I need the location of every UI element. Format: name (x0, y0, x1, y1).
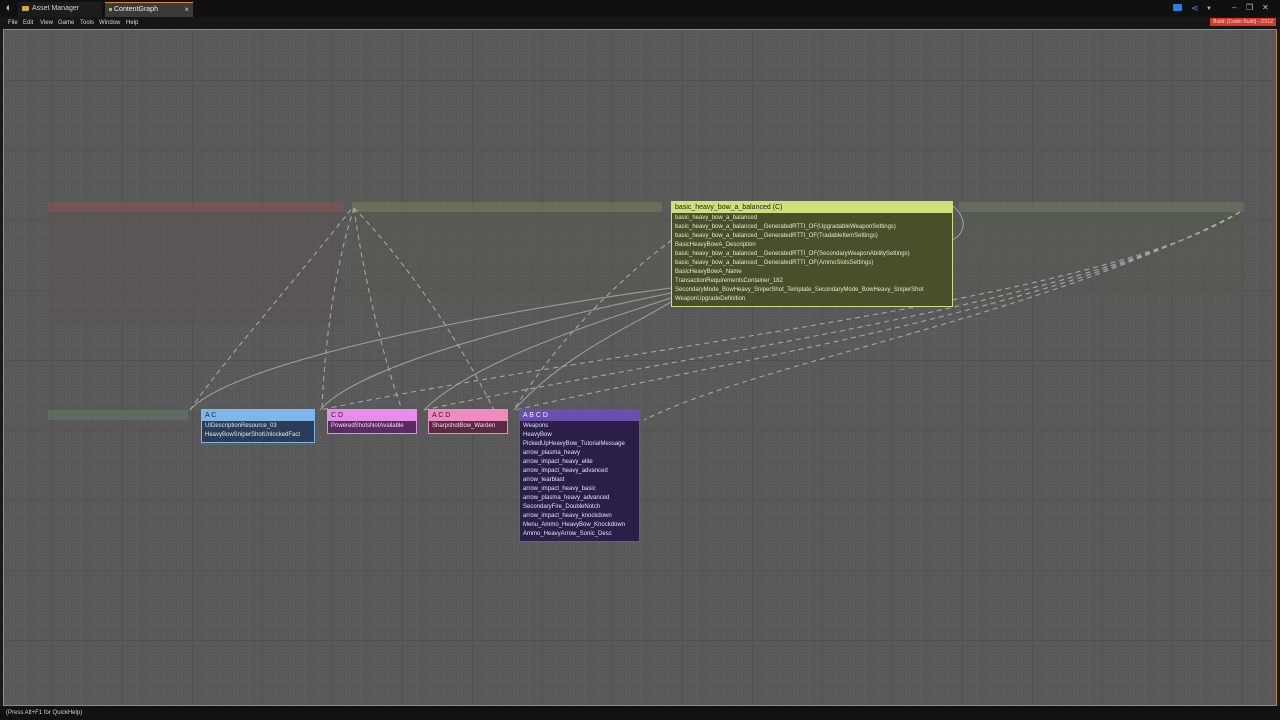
build-badge: Build: [Coder Build] - DX12 (1210, 18, 1276, 26)
node-item[interactable]: SecondaryFire_DoubleNotch (523, 503, 636, 512)
node-item[interactable]: SecondaryMode_BowHeavy_SniperShot_Templa… (675, 286, 949, 295)
node-item[interactable]: arrow_impact_heavy_advanced (523, 467, 636, 476)
menu-help[interactable]: Help (126, 19, 138, 27)
node-item[interactable]: UIDescriptionResource_03 (205, 422, 311, 431)
quickhelp-hint: (Press Alt+F1 for QuickHelp) (6, 710, 83, 716)
app-logo-icon[interactable]: ◐ (3, 2, 15, 14)
node-a-c[interactable]: A C UIDescriptionResource_03 HeavyBowSni… (201, 409, 315, 443)
node-item[interactable]: WeaponUpgradeDefinition (675, 295, 949, 304)
menu-window[interactable]: Window (99, 19, 120, 27)
tab-close-icon[interactable]: × (184, 3, 189, 17)
node-item[interactable]: basic_heavy_bow_a_balanced (675, 214, 949, 223)
node-c-d[interactable]: C D PoweredShotsNotAvailable (327, 409, 417, 434)
node-item[interactable]: arrow_plasma_heavy_advanced (523, 494, 636, 503)
menu-tools[interactable]: Tools (80, 19, 94, 27)
tab-label: ContentGraph (114, 6, 158, 13)
wire (513, 239, 673, 411)
node-body: Weapons HeavyBow PickedUpHeavyBow_Tutori… (520, 421, 639, 541)
node-header[interactable]: basic_heavy_bow_a_balanced (C) (672, 202, 952, 213)
main-node[interactable]: basic_heavy_bow_a_balanced (C) basic_hea… (671, 201, 953, 307)
wire (513, 301, 672, 411)
node-item[interactable]: BasicHeavyBowA_Name (675, 268, 949, 277)
node-item[interactable]: basic_heavy_bow_a_balanced__GeneratedRTT… (675, 259, 949, 268)
connection-wires (189, 205, 1241, 421)
node-item[interactable]: basic_heavy_bow_a_balanced__GeneratedRTT… (675, 223, 949, 232)
node-item[interactable]: arrow_plasma_heavy (523, 449, 636, 458)
node-a-c-d[interactable]: A C D SharpshotBow_Warden (428, 409, 508, 434)
node-header[interactable]: A C (202, 410, 314, 421)
node-item[interactable]: HeavyBow (523, 431, 636, 440)
tab-label: Asset Manager (32, 5, 80, 12)
node-item[interactable]: TransactionRequirementsContainer_182 (675, 277, 949, 286)
node-item[interactable]: basic_heavy_bow_a_balanced__GeneratedRTT… (675, 250, 949, 259)
menu-file[interactable]: File (8, 19, 18, 27)
menu-game[interactable]: Game (58, 19, 74, 27)
node-item[interactable]: Weapons (523, 422, 636, 431)
node-item[interactable]: arrow_impact_heavy_basic (523, 485, 636, 494)
node-header[interactable]: A C D (429, 410, 507, 421)
node-item[interactable]: basic_heavy_bow_a_balanced__GeneratedRTT… (675, 232, 949, 241)
node-item[interactable]: arrow_impact_heavy_elite (523, 458, 636, 467)
node-header[interactable]: A B C D (520, 410, 639, 421)
menu-view[interactable]: View (40, 19, 53, 27)
node-item[interactable]: Ammo_HeavyArrow_Sonic_Desc (523, 530, 636, 539)
graph-canvas[interactable]: basic_heavy_bow_a_balanced (C) basic_hea… (3, 29, 1277, 706)
node-item[interactable]: HeavyBowSniperShotUnlockedFact (205, 431, 311, 440)
wire (319, 292, 672, 411)
menu-bar: File Edit View Game Tools Window Help (0, 17, 1280, 29)
status-bar: (Press Alt+F1 for QuickHelp) (0, 706, 1280, 720)
node-item[interactable]: arrow_tearblast (523, 476, 636, 485)
title-bar: ◐ Asset Manager ContentGraph × ⋖ ▼ – ❐ ✕ (0, 0, 1280, 17)
menu-edit[interactable]: Edit (23, 19, 33, 27)
node-body: UIDescriptionResource_03 HeavyBowSniperS… (202, 421, 314, 442)
folder-icon (22, 5, 29, 11)
chat-icon[interactable] (1173, 4, 1182, 11)
node-item[interactable]: PoweredShotsNotAvailable (331, 422, 413, 431)
minimize-icon[interactable]: – (1232, 3, 1236, 13)
chevron-down-icon[interactable]: ▼ (1206, 4, 1212, 14)
wire (189, 207, 353, 411)
node-body: SharpshotBow_Warden (429, 421, 507, 433)
wire (423, 297, 672, 411)
graph-icon (109, 7, 112, 11)
node-item[interactable]: PickedUpHeavyBow_TutorialMessage (523, 440, 636, 449)
tab-asset-manager[interactable]: Asset Manager (18, 2, 102, 17)
node-item[interactable]: arrow_impact_heavy_knockdown (523, 512, 636, 521)
wire (951, 205, 964, 241)
node-body: PoweredShotsNotAvailable (328, 421, 416, 433)
share-icon[interactable]: ⋖ (1191, 3, 1199, 13)
close-icon[interactable]: ✕ (1262, 3, 1269, 13)
tab-content-graph[interactable]: ContentGraph × (105, 2, 193, 17)
wire (321, 207, 355, 411)
node-item[interactable]: BasicHeavyBowA_Description (675, 241, 949, 250)
node-body: basic_heavy_bow_a_balanced basic_heavy_b… (672, 213, 952, 306)
wire (353, 207, 403, 411)
node-header[interactable]: C D (328, 410, 416, 421)
node-item[interactable]: Menu_Ammo_HeavyBow_Knockdown (523, 521, 636, 530)
node-item[interactable]: SharpshotBow_Warden (432, 422, 504, 431)
node-a-b-c-d[interactable]: A B C D Weapons HeavyBow PickedUpHeavyBo… (519, 409, 640, 542)
wire (353, 207, 495, 411)
maximize-icon[interactable]: ❐ (1246, 3, 1253, 13)
